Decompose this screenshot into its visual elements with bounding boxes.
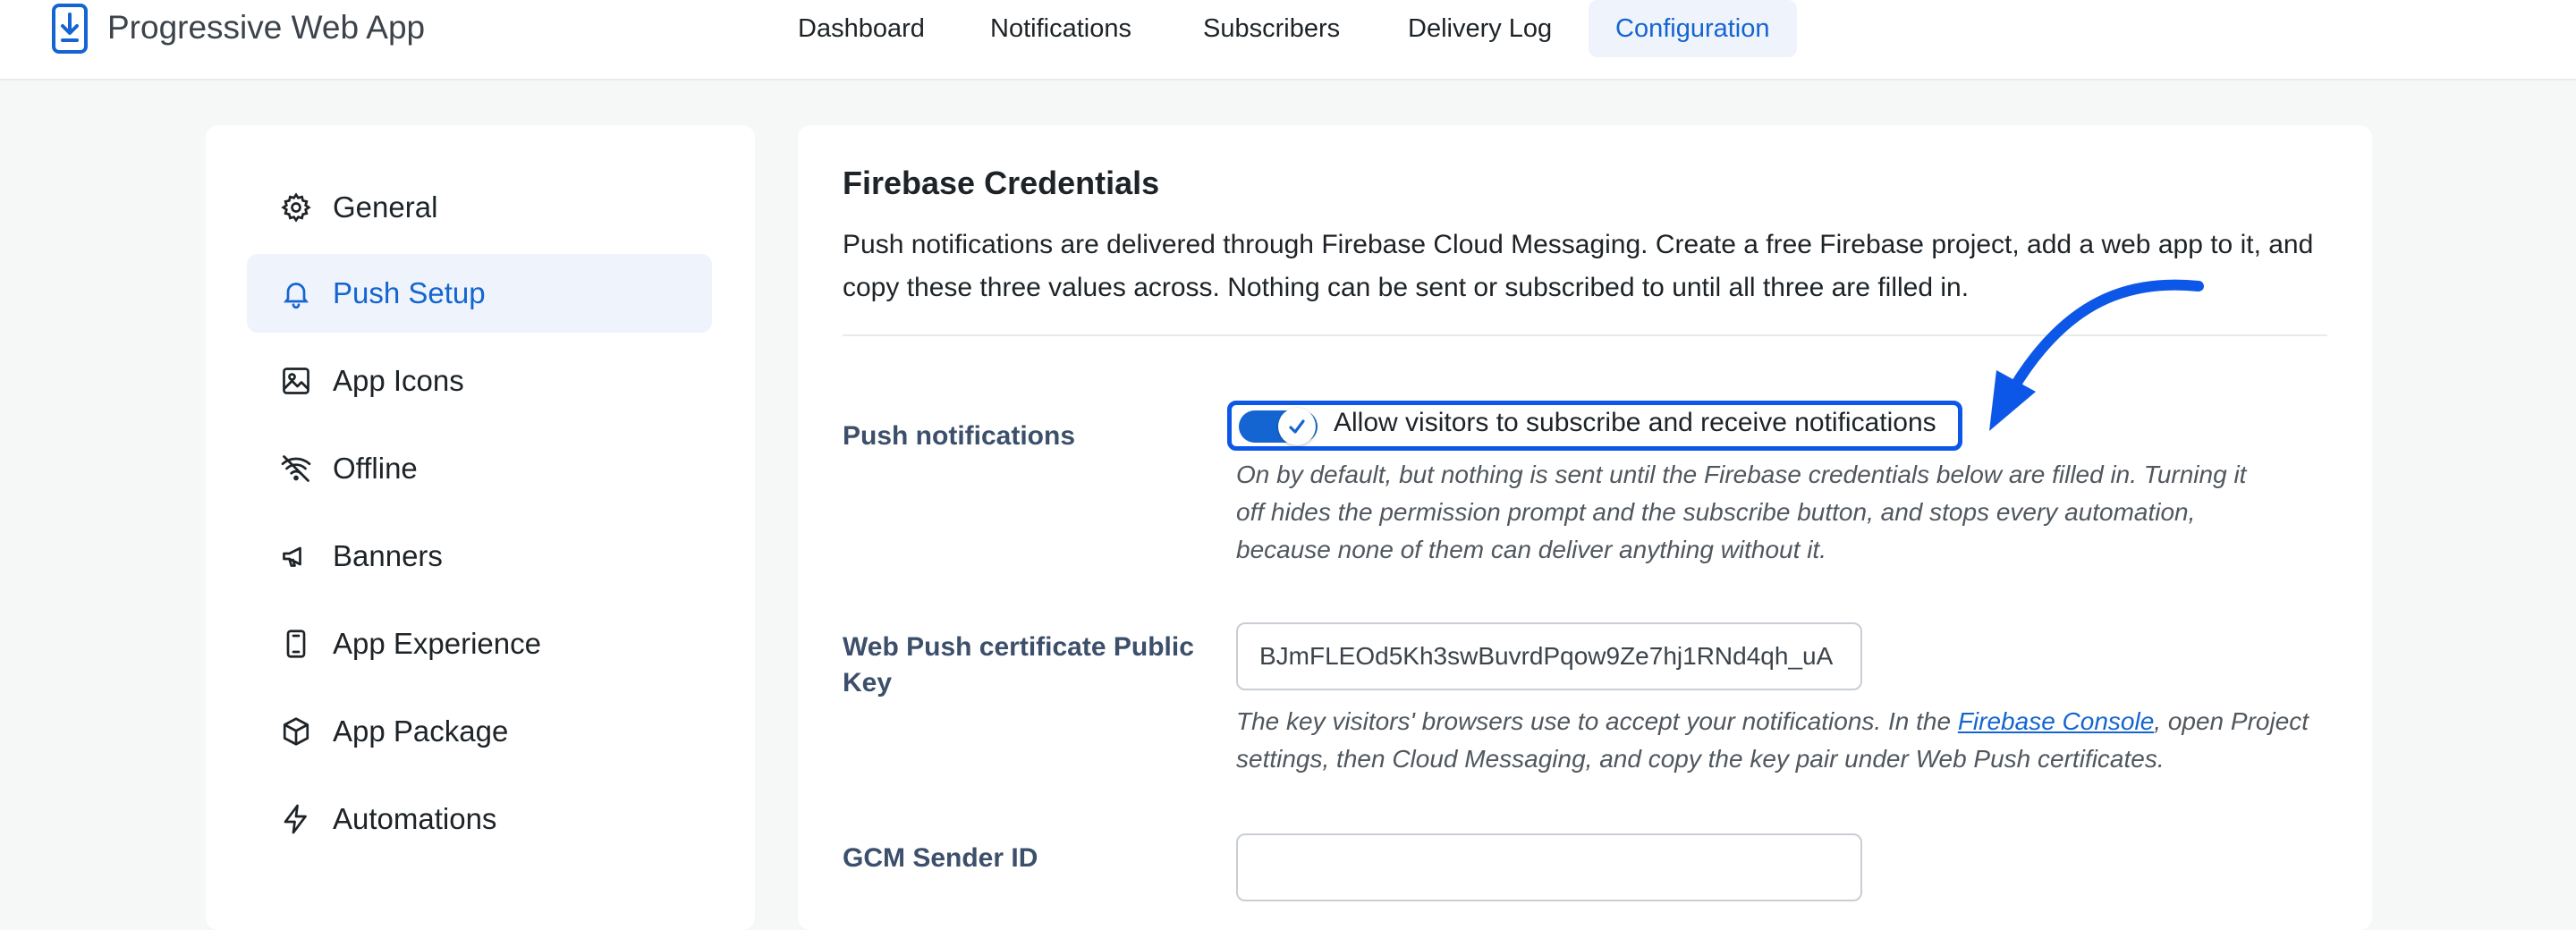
firebase-credentials-card: Firebase Credentials Push notifications …	[798, 125, 2372, 930]
sidebar-item-push-setup[interactable]: Push Setup	[247, 254, 712, 333]
section-title: Firebase Credentials	[843, 165, 1160, 201]
settings-sidebar: General Push Setup App Icons Offline Ban…	[206, 125, 755, 930]
public-key-label: Web Push certificate Public Key	[843, 632, 1194, 698]
nav-dashboard[interactable]: Dashboard	[771, 0, 952, 57]
public-key-help-text: The key visitors' browsers use to accept…	[1236, 703, 2309, 778]
push-toggle-label: Allow visitors to subscribe and receive …	[1334, 408, 1936, 437]
lightning-icon	[279, 802, 313, 836]
nav-subscribers[interactable]: Subscribers	[1176, 0, 1367, 57]
gear-icon	[279, 190, 313, 224]
box-icon	[279, 714, 313, 748]
phone-icon	[279, 627, 313, 661]
nav-configuration[interactable]: Configuration	[1589, 0, 1797, 57]
bell-icon	[279, 276, 313, 310]
top-bar: Progressive Web App Dashboard Notificati…	[0, 0, 2576, 80]
push-toggle-highlight[interactable]: Allow visitors to subscribe and receive …	[1227, 401, 1962, 451]
sidebar-item-app-package[interactable]: App Package	[247, 692, 712, 771]
annotation-arrow	[1989, 279, 2204, 431]
sidebar-item-label: App Icons	[333, 364, 464, 397]
sidebar-item-label: App Package	[333, 714, 509, 748]
push-help-text: On by default, but nothing is sent until…	[1236, 461, 2247, 563]
megaphone-icon	[279, 539, 313, 573]
wifi-off-icon	[279, 452, 313, 486]
sidebar-item-label: General	[333, 190, 438, 224]
nav-notifications[interactable]: Notifications	[963, 0, 1158, 57]
sidebar-item-label: Offline	[333, 452, 418, 485]
push-notifications-label: Push notifications	[843, 421, 1076, 451]
sidebar-item-app-experience[interactable]: App Experience	[247, 604, 712, 683]
sidebar-item-general[interactable]: General	[247, 168, 712, 247]
push-notifications-toggle[interactable]	[1239, 408, 1318, 445]
firebase-console-link[interactable]: Firebase Console	[1958, 707, 2154, 735]
sidebar-item-automations[interactable]: Automations	[247, 780, 712, 858]
app-title: Progressive Web App	[107, 9, 426, 46]
sidebar-item-label: Automations	[333, 802, 497, 835]
sidebar-item-app-icons[interactable]: App Icons	[247, 342, 712, 420]
toggle-knob	[1278, 408, 1316, 445]
sidebar-item-offline[interactable]: Offline	[247, 429, 712, 508]
sidebar-item-banners[interactable]: Banners	[247, 517, 712, 596]
sender-id-input[interactable]	[1236, 833, 1862, 901]
public-key-input[interactable]: BJmFLEOd5Kh3swBuvrdPqow9Ze7hj1RNd4qh_uA	[1236, 622, 1862, 690]
checkmark-icon	[1289, 419, 1305, 434]
sidebar-item-label: Push Setup	[333, 276, 486, 309]
help-text: The key visitors' browsers use to accept…	[1236, 707, 1958, 735]
sidebar-item-label: App Experience	[333, 627, 541, 660]
download-phone-icon	[52, 4, 88, 54]
sidebar-item-label: Banners	[333, 539, 443, 572]
sender-id-label: GCM Sender ID	[843, 843, 1038, 873]
nav-delivery-log[interactable]: Delivery Log	[1381, 0, 1579, 57]
image-icon	[279, 364, 313, 398]
